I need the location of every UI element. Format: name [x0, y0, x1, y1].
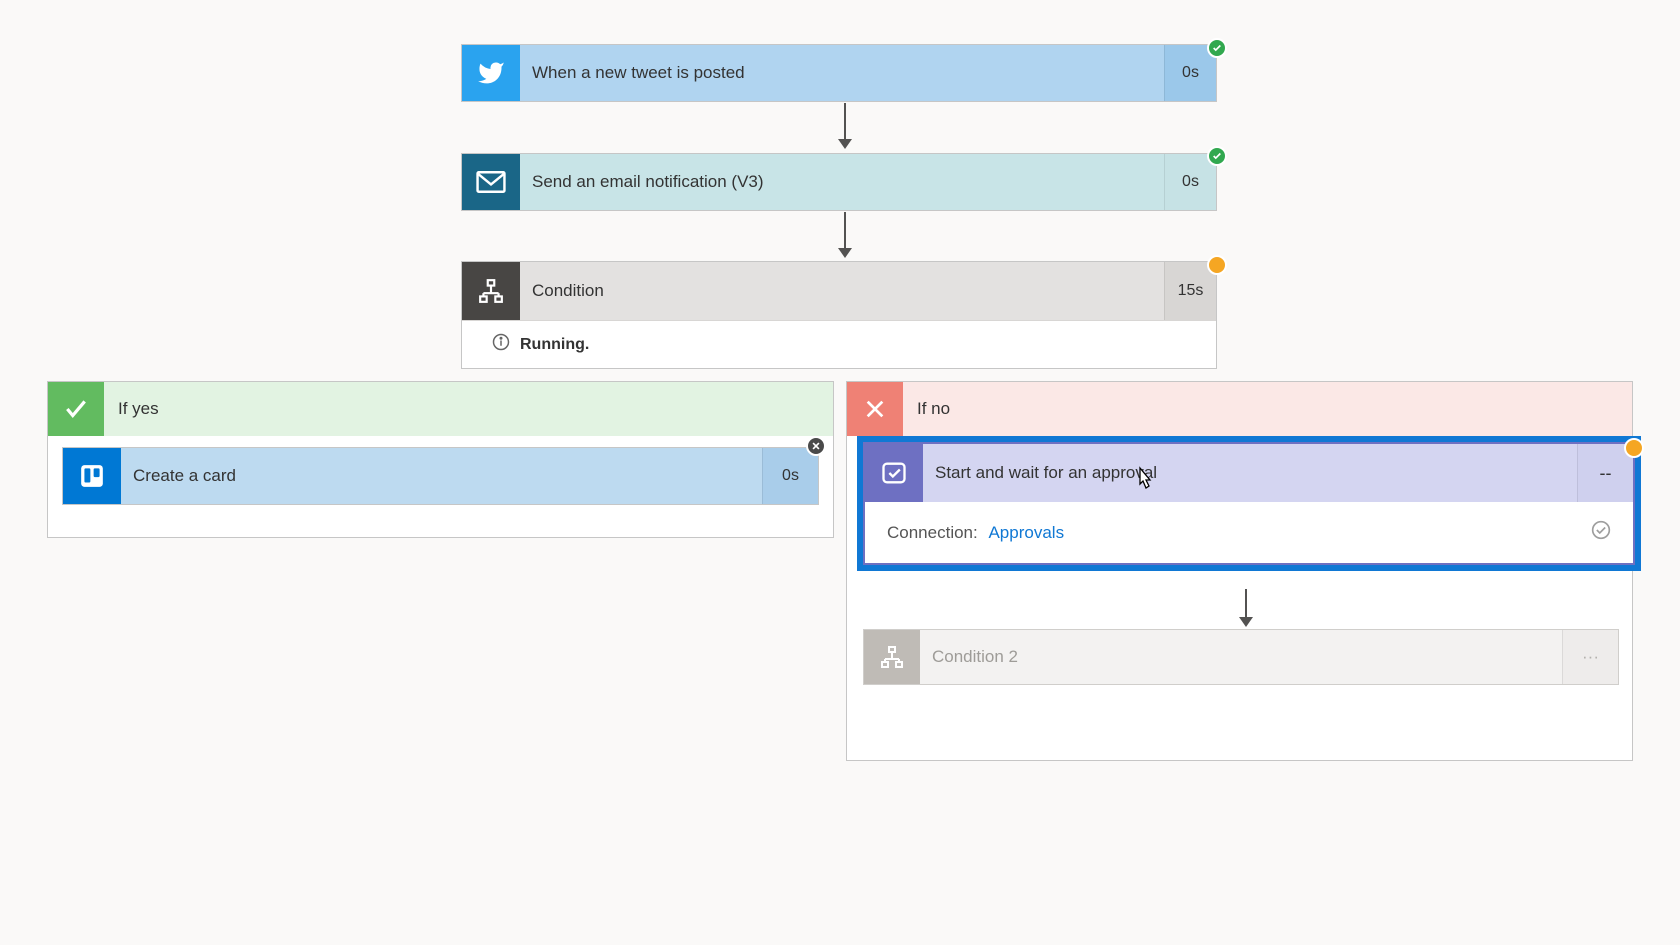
arrow-icon: [1239, 589, 1253, 627]
flow-canvas: When a new tweet is posted 0s Send an em…: [0, 0, 1680, 945]
trello-icon: [63, 448, 121, 504]
mail-icon: [462, 154, 520, 210]
condition-icon: [864, 630, 920, 684]
step-condition-label: Condition: [520, 262, 1164, 320]
status-success-icon: [1207, 146, 1227, 166]
connection-label: Connection:: [887, 523, 978, 542]
status-success-icon: [1207, 38, 1227, 58]
check-icon: [48, 382, 104, 436]
step-email-time: 0s: [1164, 154, 1216, 210]
cursor-pointer-icon: [1132, 466, 1154, 492]
condition-status-row: Running.: [462, 320, 1216, 368]
arrow-icon: [838, 212, 852, 258]
approval-connection-row: Connection: Approvals: [865, 502, 1633, 563]
trello-label: Create a card: [121, 448, 762, 504]
step-condition-2[interactable]: Condition 2 ···: [863, 629, 1619, 685]
step-email-notification[interactable]: Send an email notification (V3) 0s: [461, 153, 1217, 211]
condition-icon: [462, 262, 520, 320]
twitter-icon: [462, 45, 520, 101]
branch-yes-title: If yes: [104, 382, 833, 436]
step-email-label: Send an email notification (V3): [520, 154, 1164, 210]
action-start-wait-approval[interactable]: Start and wait for an approval -- Connec…: [857, 436, 1641, 571]
check-circle-icon: [1591, 520, 1611, 545]
condition2-time: ···: [1562, 630, 1618, 684]
status-running-icon: [1207, 255, 1227, 275]
condition2-label: Condition 2: [920, 630, 1562, 684]
step-condition[interactable]: Condition 15s Running.: [461, 261, 1217, 369]
arrow-icon: [838, 103, 852, 149]
action-create-trello-card[interactable]: Create a card 0s: [62, 447, 819, 505]
step-twitter-trigger[interactable]: When a new tweet is posted 0s: [461, 44, 1217, 102]
step-twitter-label: When a new tweet is posted: [520, 45, 1164, 101]
trello-time: 0s: [762, 448, 818, 504]
info-icon: [492, 333, 510, 356]
status-cancelled-icon: [806, 436, 826, 456]
approvals-icon: [865, 444, 923, 502]
close-icon: [847, 382, 903, 436]
branch-no-title: If no: [903, 382, 1632, 436]
approval-label: Start and wait for an approval: [923, 444, 1577, 502]
connection-link[interactable]: Approvals: [988, 523, 1064, 542]
status-running-icon: [1624, 438, 1644, 458]
condition-running-text: Running.: [520, 336, 589, 354]
